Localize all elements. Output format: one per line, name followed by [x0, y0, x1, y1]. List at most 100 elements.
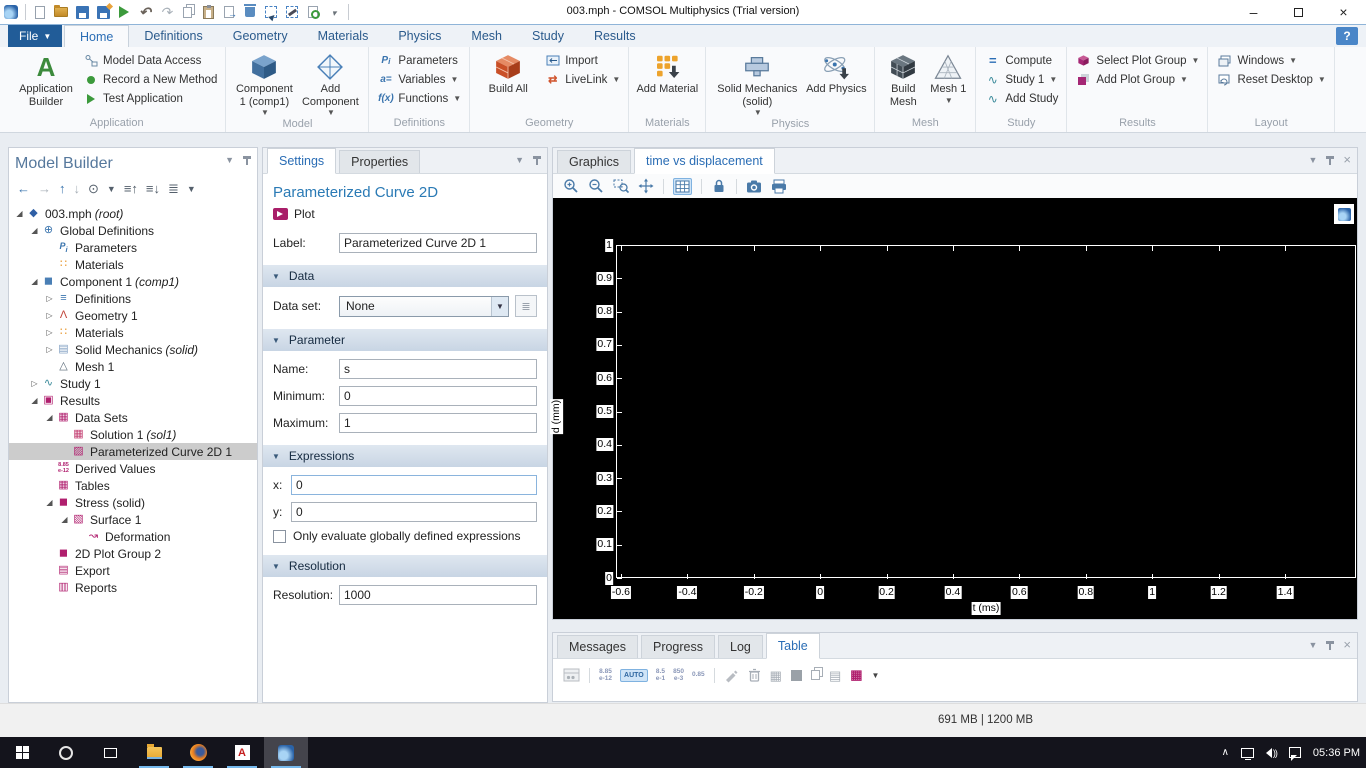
chevron-down-icon[interactable]: ▼: [107, 184, 116, 194]
move-down-icon[interactable]: ↓: [74, 181, 81, 196]
tab-graphics[interactable]: Graphics: [557, 150, 631, 173]
precision-button[interactable]: 850e-3: [673, 668, 684, 682]
ribbon-tab-geometry[interactable]: Geometry: [218, 25, 303, 47]
taskbar-clock[interactable]: 05:36 PM: [1313, 747, 1360, 759]
clear-selection-icon[interactable]: [285, 3, 299, 21]
ribbon-tab-physics[interactable]: Physics: [383, 25, 456, 47]
tree-item-solution-1[interactable]: ▦Solution 1(sol1): [9, 426, 257, 443]
compute-button[interactable]: =Compute: [981, 51, 1061, 70]
clear-table-brush-icon[interactable]: [724, 668, 739, 683]
pin-icon[interactable]: [243, 156, 251, 165]
tree-item-component-1[interactable]: ◢◼Component 1(comp1): [9, 273, 257, 290]
tree-item-tables[interactable]: ▦Tables: [9, 477, 257, 494]
back-icon[interactable]: ←: [17, 181, 30, 196]
collapse-icon[interactable]: ◢: [43, 498, 56, 507]
variables-button[interactable]: a=Variables▼: [374, 70, 464, 89]
table-settings-icon[interactable]: [563, 668, 580, 682]
parameters-button[interactable]: PiParameters: [374, 51, 464, 70]
precision-button[interactable]: 8.5e-1: [656, 668, 665, 682]
section-parameter[interactable]: ▼Parameter: [263, 329, 547, 351]
collapse-icon[interactable]: ◢: [13, 209, 26, 218]
redo-icon[interactable]: [159, 3, 173, 21]
pin-icon[interactable]: [533, 156, 541, 165]
livelink-button[interactable]: ⇄LiveLink▼: [541, 70, 623, 89]
pin-icon[interactable]: [1326, 156, 1334, 165]
tree-item-results[interactable]: ◢▣Results: [9, 392, 257, 409]
tree-item-materials[interactable]: ▷∷Materials: [9, 324, 257, 341]
component-1-button[interactable]: Component 1 (comp1)▼: [231, 48, 297, 117]
save-as-icon[interactable]: [96, 3, 110, 21]
open-file-icon[interactable]: [54, 3, 68, 21]
close-icon[interactable]: ×: [1343, 155, 1351, 165]
expand-icon[interactable]: ▷: [43, 328, 56, 337]
new-file-icon[interactable]: [33, 3, 47, 21]
section-data[interactable]: ▼Data: [263, 265, 547, 287]
box-select-icon[interactable]: [264, 3, 278, 21]
study-1-button[interactable]: ∿Study 1▼: [981, 70, 1061, 89]
mesh-1-button[interactable]: Mesh 1▼: [926, 48, 970, 105]
chevron-down-icon[interactable]: ▼: [515, 155, 524, 165]
tree-item-surface-1[interactable]: ◢▧Surface 1: [9, 511, 257, 528]
tree-item-mesh-1[interactable]: △Mesh 1: [9, 358, 257, 375]
add-physics-button[interactable]: Add Physics: [803, 48, 869, 96]
tree-item-geometry-1[interactable]: ▷ΛGeometry 1: [9, 307, 257, 324]
collapse-icon[interactable]: ◢: [58, 515, 71, 524]
test-application-button[interactable]: Test Application: [79, 89, 220, 108]
pin-icon[interactable]: [1326, 641, 1334, 650]
paste-icon[interactable]: [201, 3, 215, 21]
paste-special-icon[interactable]: [222, 3, 236, 21]
copy-icon[interactable]: [180, 3, 194, 21]
tree-item-stress-solid-[interactable]: ◢◼Stress (solid): [9, 494, 257, 511]
auto-precision-button[interactable]: AUTO: [620, 669, 648, 682]
undo-icon[interactable]: [138, 3, 152, 21]
tree-item-data-sets[interactable]: ◢▦Data Sets: [9, 409, 257, 426]
firefox-button[interactable]: [176, 737, 220, 768]
show-icon[interactable]: ⊙: [88, 181, 99, 197]
maximize-button[interactable]: [1276, 0, 1321, 24]
comsol-taskbar-button[interactable]: [264, 737, 308, 768]
tree-item-global-definitions[interactable]: ◢⊕Global Definitions: [9, 222, 257, 239]
expand-icon[interactable]: ▷: [43, 311, 56, 320]
expand-icon[interactable]: ▷: [28, 379, 41, 388]
application-builder-button[interactable]: A Application Builder: [13, 48, 79, 108]
functions-button[interactable]: f(x)Functions▼: [374, 89, 464, 108]
tab-properties[interactable]: Properties: [339, 150, 420, 173]
expression-y-input[interactable]: 0: [291, 502, 537, 522]
insert-table-icon[interactable]: ▦: [770, 669, 782, 682]
move-up-icon[interactable]: ↑: [59, 181, 66, 196]
tree-item-deformation[interactable]: ↝Deformation: [9, 528, 257, 545]
collapse-icon[interactable]: ◢: [43, 413, 56, 422]
find-icon[interactable]: [306, 3, 320, 21]
tree-item-materials[interactable]: ∷Materials: [9, 256, 257, 273]
close-icon[interactable]: ×: [1343, 640, 1351, 650]
grid-toggle-icon[interactable]: [673, 178, 692, 195]
tree-item-definitions[interactable]: ▷≡Definitions: [9, 290, 257, 307]
tree-item-export[interactable]: ▤Export: [9, 562, 257, 579]
precision-button[interactable]: 0.85: [692, 671, 705, 678]
add-component-button[interactable]: Add Component▼: [297, 48, 363, 117]
ribbon-tab-definitions[interactable]: Definitions: [129, 25, 217, 47]
add-plot-group-button[interactable]: Add Plot Group▼: [1072, 70, 1202, 89]
chevron-down-icon[interactable]: ▼: [225, 155, 234, 165]
chevron-down-icon[interactable]: ▼: [1308, 155, 1317, 165]
tab-table[interactable]: Table: [766, 633, 820, 659]
search-button[interactable]: [44, 737, 88, 768]
add-material-button[interactable]: Add Material: [634, 48, 700, 96]
tree-item-study-1[interactable]: ▷∿Study 1: [9, 375, 257, 392]
table-display-icon[interactable]: ▦: [850, 667, 862, 683]
reset-desktop-button[interactable]: Reset Desktop▼: [1213, 70, 1328, 89]
volume-icon[interactable]: )): [1266, 748, 1277, 758]
more-icon[interactable]: [327, 3, 341, 21]
tree-item-reports[interactable]: ▥Reports: [9, 579, 257, 596]
copy-table-icon[interactable]: [811, 670, 820, 680]
only-global-checkbox[interactable]: [273, 530, 286, 543]
chevron-down-icon[interactable]: ▼: [187, 184, 196, 194]
parameter-name-input[interactable]: s: [339, 359, 537, 379]
plot-canvas[interactable]: t (ms) d (mm) -0.6-0.4-0.200.20.40.60.81…: [553, 198, 1357, 619]
network-icon[interactable]: [1241, 748, 1254, 758]
zoom-extents-icon[interactable]: [638, 178, 654, 194]
add-study-button[interactable]: ∿Add Study: [981, 89, 1061, 108]
delete-icon[interactable]: [243, 3, 257, 21]
plot-button[interactable]: Plot: [273, 207, 537, 221]
minimize-button[interactable]: –: [1231, 0, 1276, 24]
